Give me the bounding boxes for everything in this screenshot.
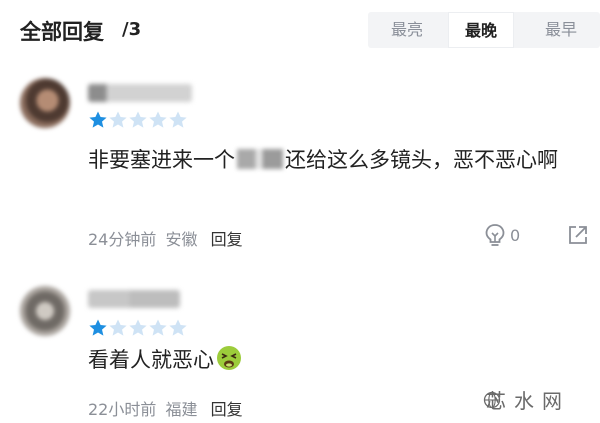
tab-hottest[interactable]: 最亮: [376, 12, 438, 48]
comment-location: 福建: [165, 400, 198, 419]
star-rating: [88, 318, 188, 338]
replies-header: 全部回复 /3 最亮 最晚 最早: [0, 0, 600, 56]
comment-item: 非要塞进来一个 还给这么多镜头，恶不恶心啊 24分钟前 安徽 回复 0: [0, 74, 600, 264]
sort-tabs: 最亮 最晚 最早: [368, 12, 600, 48]
comment-text: 看着人就恶心: [88, 344, 588, 376]
star-filled-icon: [88, 318, 108, 338]
reply-button[interactable]: 回复: [211, 400, 243, 419]
share-icon: [569, 226, 587, 244]
comment-time: 22小时前: [88, 400, 157, 419]
replies-count: /3: [122, 19, 142, 40]
like-button[interactable]: 0: [484, 223, 544, 249]
tab-earliest[interactable]: 最早: [530, 12, 592, 48]
comment-meta: 24分钟前 安徽 回复: [88, 226, 243, 250]
username-redacted[interactable]: [88, 290, 180, 308]
star-empty-icon: [108, 110, 128, 130]
comment-text-part: 非要塞进来一个: [88, 148, 235, 172]
star-empty-icon: [148, 318, 168, 338]
comment-text-part: 看着人就恶心: [88, 348, 214, 372]
star-filled-icon: [88, 110, 108, 130]
like-count: 0: [510, 226, 521, 245]
username-redacted[interactable]: [88, 84, 192, 102]
share-button[interactable]: [567, 224, 589, 246]
star-empty-icon: [128, 110, 148, 130]
avatar[interactable]: [20, 78, 70, 128]
star-empty-icon: [108, 318, 128, 338]
star-empty-icon: [128, 318, 148, 338]
avatar[interactable]: [20, 286, 70, 336]
comment-meta: 22小时前 福建 回复: [88, 396, 243, 420]
lightbulb-icon: [485, 224, 505, 246]
star-rating: [88, 110, 188, 130]
redacted-text: [237, 149, 283, 169]
comment-text-part: 还给这么多镜头，恶不恶心啊: [285, 148, 558, 172]
star-empty-icon: [168, 110, 188, 130]
star-empty-icon: [148, 110, 168, 130]
star-empty-icon: [168, 318, 188, 338]
tab-latest[interactable]: 最晚: [448, 12, 514, 48]
replies-title: 全部回复: [20, 20, 104, 44]
comment-text: 非要塞进来一个 还给这么多镜头，恶不恶心啊: [88, 144, 588, 176]
nauseated-face-icon: [216, 345, 242, 371]
comment-location: 安徽: [165, 230, 198, 249]
reply-button[interactable]: 回复: [211, 230, 243, 249]
comment-time: 24分钟前: [88, 230, 157, 249]
watermark: 芯水网: [486, 389, 570, 413]
